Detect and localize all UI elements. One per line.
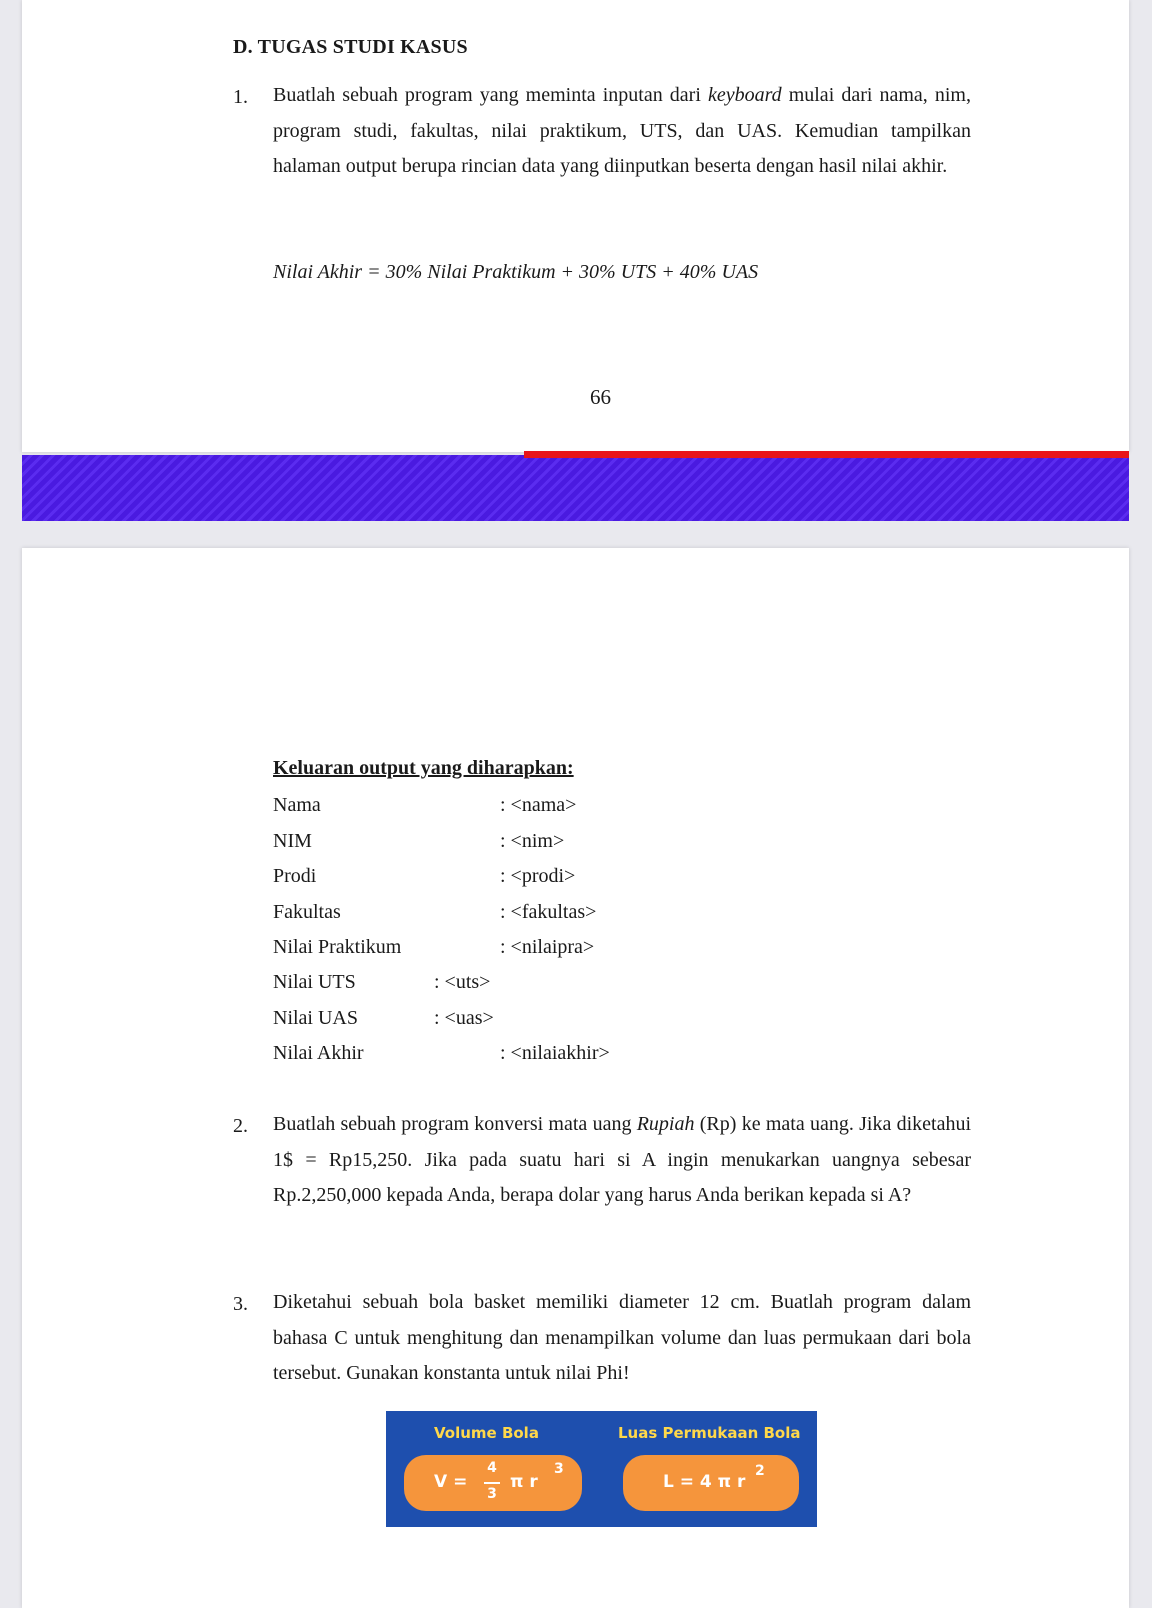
fraction-bar bbox=[484, 1482, 500, 1484]
task-3-text: Diketahui sebuah bola basket memiliki di… bbox=[273, 1291, 971, 1384]
volume-fraction-denominator: 3 bbox=[487, 1486, 497, 1502]
page-footer-band bbox=[22, 455, 1129, 521]
output-row-value: : <fakultas> bbox=[500, 901, 597, 923]
document-page-top bbox=[22, 0, 1129, 452]
sphere-formula-box: Volume Bola Luas Permukaan Bola V = 4 3 … bbox=[386, 1411, 817, 1527]
volume-fraction-numerator: 4 bbox=[487, 1460, 497, 1476]
page-number: 66 bbox=[590, 385, 611, 409]
output-row-value: : <prodi> bbox=[500, 865, 576, 887]
output-row-label: Nilai UAS bbox=[273, 1007, 358, 1029]
output-row-label: Nama bbox=[273, 794, 321, 816]
task-2-text-italic: Rupiah bbox=[636, 1113, 695, 1135]
output-row-value: : <nilaipra> bbox=[500, 936, 595, 958]
task-3-number: 3. bbox=[233, 1293, 248, 1315]
output-row-value: : <uts> bbox=[434, 971, 491, 993]
output-row-value: : <nilaiakhir> bbox=[500, 1042, 610, 1064]
volume-rest: π r bbox=[510, 1472, 538, 1492]
task-1-number: 1. bbox=[233, 86, 248, 108]
expected-output-title: Keluaran output yang diharapkan: bbox=[273, 757, 574, 779]
area-formula-pill: L = 4 π r 2 bbox=[623, 1455, 799, 1511]
task-1-text: Buatlah sebuah program yang meminta inpu… bbox=[273, 78, 971, 185]
task-2-text-a: Buatlah sebuah program konversi mata uan… bbox=[273, 1113, 637, 1135]
output-row-label: Nilai Praktikum bbox=[273, 936, 402, 958]
volume-exponent: 3 bbox=[554, 1461, 564, 1477]
output-row-label: Fakultas bbox=[273, 901, 341, 923]
area-exponent: 2 bbox=[755, 1463, 765, 1479]
output-row-label: Prodi bbox=[273, 865, 317, 887]
task-2-text: Buatlah sebuah program konversi mata uan… bbox=[273, 1107, 971, 1214]
page-footer-red-line bbox=[524, 451, 1129, 458]
output-row-label: NIM bbox=[273, 830, 312, 852]
task-2-number: 2. bbox=[233, 1115, 248, 1137]
area-expression: L = 4 π r bbox=[663, 1472, 746, 1492]
volume-title: Volume Bola bbox=[434, 1424, 539, 1442]
surface-area-title: Luas Permukaan Bola bbox=[618, 1424, 801, 1442]
task-1-text-italic: keyboard bbox=[707, 84, 782, 106]
output-row-label: Nilai Akhir bbox=[273, 1042, 364, 1064]
volume-formula-pill: V = 4 3 π r 3 bbox=[404, 1455, 582, 1511]
output-row-value: : <uas> bbox=[434, 1007, 494, 1029]
grade-formula: Nilai Akhir = 30% Nilai Praktikum + 30% … bbox=[273, 261, 759, 283]
output-row-value: : <nama> bbox=[500, 794, 577, 816]
output-row-value: : <nim> bbox=[500, 830, 565, 852]
task-1-text-a: Buatlah sebuah program yang meminta inpu… bbox=[273, 84, 708, 106]
section-heading: D. TUGAS STUDI KASUS bbox=[233, 36, 468, 58]
output-row-label: Nilai UTS bbox=[273, 971, 356, 993]
volume-lhs: V = bbox=[434, 1472, 468, 1492]
